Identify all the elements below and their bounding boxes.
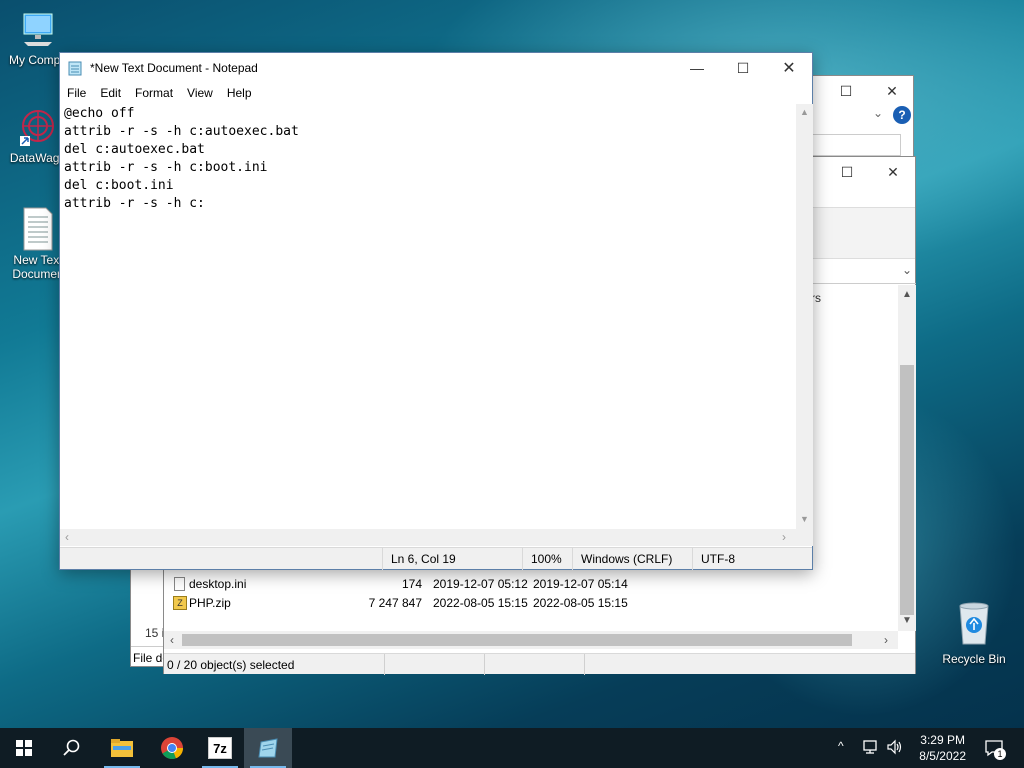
7zip-icon: 7z [208,737,232,759]
scroll-left-arrow[interactable]: ‹ [65,530,69,544]
close-button[interactable]: ✕ [870,157,916,187]
item-count: 15 i [145,626,165,640]
taskbar-7zip[interactable]: 7z [196,728,244,768]
window-title: *New Text Document - Notepad [90,61,258,75]
text-editor[interactable]: @echo off attrib -r -s -h c:autoexec.bat… [60,104,796,576]
file-icon [174,577,185,591]
status-zoom: 100% [522,548,572,570]
menu-format[interactable]: Format [128,83,180,103]
scroll-up-arrow[interactable]: ▲ [800,107,809,117]
taskbar-chrome[interactable] [148,728,196,768]
table-row[interactable]: desktop.ini 174 2019-12-07 05:12 2019-12… [172,575,892,593]
minimize-button[interactable]: — [674,53,720,83]
menu-bar: File Edit Format View Help [60,83,812,103]
file-explorer-icon [111,739,133,757]
address-bar[interactable] [811,134,901,156]
close-button[interactable]: ✕ [766,53,812,83]
datawagon-icon [18,108,58,148]
scroll-down-arrow[interactable]: ▼ [902,615,912,626]
notepad-icon [258,738,278,758]
system-clock[interactable]: 3:29 PM 8/5/2022 [919,732,966,764]
scroll-down-arrow[interactable]: ▼ [800,514,809,524]
status-bar: 0 / 20 object(s) selected [164,653,915,675]
scroll-up-arrow[interactable]: ▲ [902,289,912,300]
scroll-right-arrow[interactable]: › [884,633,888,647]
status-encoding: UTF-8 [692,548,796,570]
windows-logo-icon [16,740,32,756]
network-icon[interactable] [862,738,880,759]
volume-icon[interactable] [886,738,904,759]
chevron-down-icon[interactable]: ⌄ [873,106,883,120]
notification-badge: 1 [994,748,1006,760]
vertical-scrollbar[interactable]: ▲ ▼ [898,285,916,631]
taskbar: 7z ^ 3:29 PM 8/5/2022 1 [0,728,1024,768]
computer-icon [18,10,58,50]
horizontal-scrollbar[interactable]: ‹ › [164,631,898,649]
start-button[interactable] [0,728,48,768]
taskbar-notepad[interactable] [244,728,292,768]
search-icon [63,739,80,756]
status-line-ending: Windows (CRLF) [572,548,692,570]
menu-help[interactable]: Help [220,83,259,103]
maximize-button[interactable]: ☐ [823,76,869,106]
notification-center-button[interactable]: 1 [982,736,1006,760]
search-button[interactable] [48,728,96,768]
status-bar: Ln 6, Col 19 100% Windows (CRLF) UTF-8 [60,547,812,570]
close-button[interactable]: ✕ [869,76,915,106]
recycle-bin-icon [954,602,994,645]
taskbar-file-explorer[interactable] [98,728,146,768]
menu-edit[interactable]: Edit [93,83,128,103]
menu-file[interactable]: File [60,83,93,103]
help-icon[interactable]: ? [893,106,911,124]
status-position: Ln 6, Col 19 [382,548,522,570]
menu-view[interactable]: View [180,83,220,103]
chrome-icon [161,737,184,760]
maximize-button[interactable]: ☐ [824,157,870,187]
maximize-button[interactable]: ☐ [720,53,766,83]
vertical-scrollbar[interactable]: ▲ ▼ [796,104,813,529]
text-file-icon [18,207,58,251]
horizontal-scrollbar[interactable]: ‹ › [60,529,796,546]
notepad-icon [68,60,83,76]
scroll-left-arrow[interactable]: ‹ [170,633,174,647]
scroll-thumb[interactable] [182,634,852,646]
desktop-icon-recycle-bin[interactable]: Recycle Bin [936,602,1012,666]
scroll-right-arrow[interactable]: › [782,530,786,544]
show-hidden-icons-button[interactable]: ^ [838,739,844,753]
zip-file-icon: Z [173,596,187,610]
table-row[interactable]: Z PHP.zip 7 247 847 2022-08-05 15:15 202… [172,594,892,612]
notepad-window[interactable]: *New Text Document - Notepad — ☐ ✕ File … [59,52,813,570]
scroll-thumb[interactable] [900,365,914,615]
title-bar[interactable]: *New Text Document - Notepad — ☐ ✕ [60,53,812,83]
chevron-down-icon[interactable]: ⌄ [902,263,912,277]
scrollbar-corner [796,529,813,546]
